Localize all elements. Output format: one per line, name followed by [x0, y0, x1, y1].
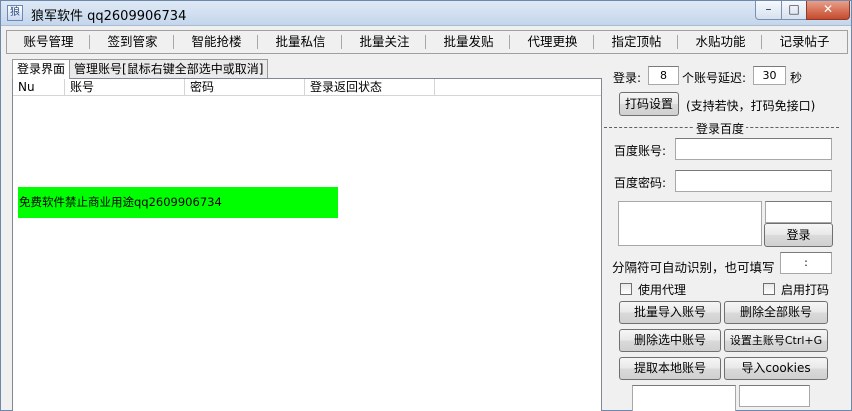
table-header: Nu 账号 密码 登录返回状态 [13, 79, 601, 96]
main-window: 狼 狼军软件 qq2609906734 – □ ✕ 账号管理 签到管家 智能抢楼… [0, 0, 852, 411]
delete-all-button[interactable]: 删除全部账号 [724, 301, 828, 324]
menu-smart-grab[interactable]: 智能抢楼 [175, 31, 259, 53]
tab-login[interactable]: 登录界面 [12, 59, 71, 79]
tab-strip: 登录界面 管理账号[鼠标右键全部选中或取消] [12, 59, 269, 79]
tab-manage-accounts[interactable]: 管理账号[鼠标右键全部选中或取消] [69, 59, 269, 79]
baidu-account-label: 百度账号: [614, 144, 667, 158]
baidu-password-input[interactable] [675, 170, 832, 192]
delay-input[interactable]: 30 [753, 66, 786, 85]
delay-label: 个账号延迟: [682, 71, 747, 85]
seconds-label: 秒 [790, 71, 803, 85]
account-table[interactable]: Nu 账号 密码 登录返回状态 免费软件禁止商业用途qq2609906734 [12, 78, 602, 411]
column-header-account[interactable]: 账号 [65, 79, 185, 95]
captcha-note: (支持若快，打码免接口) [686, 99, 816, 113]
separator-label: 分隔符可自动识别，也可填写 [612, 260, 775, 275]
baidu-login-button[interactable]: 登录 [764, 223, 833, 247]
enable-captcha-label: 启用打码 [781, 283, 830, 297]
login-count-label: 登录: [613, 71, 642, 85]
menu-checkin[interactable]: 签到管家 [91, 31, 175, 53]
bottom-text-box[interactable] [632, 385, 736, 411]
enable-captcha-checkbox[interactable] [763, 283, 775, 295]
column-header-status[interactable]: 登录返回状态 [305, 79, 435, 95]
set-main-account-button[interactable]: 设置主账号Ctrl+G [724, 329, 828, 352]
maximize-button[interactable]: □ [781, 1, 807, 20]
captcha-input[interactable] [765, 201, 832, 223]
column-header-password[interactable]: 密码 [185, 79, 305, 95]
separator-input[interactable]: : [780, 252, 832, 274]
minimize-button[interactable]: – [755, 1, 782, 20]
window-title: 狼军软件 qq2609906734 [31, 9, 187, 24]
wolf-app-icon: 狼 [7, 5, 23, 21]
fetch-local-button[interactable]: 提取本地账号 [619, 357, 721, 380]
captcha-image-box [618, 201, 762, 246]
login-panel: 登录: 8 个账号延迟: 30 秒 打码设置 (支持若快，打码免接口) 登录百度… [604, 61, 850, 411]
menu-batch-message[interactable]: 批量私信 [259, 31, 343, 53]
notice-banner: 免费软件禁止商业用途qq2609906734 [18, 187, 338, 218]
close-button[interactable]: ✕ [806, 1, 850, 20]
title-bar: 狼 狼军软件 qq2609906734 – □ ✕ [1, 1, 851, 26]
menu-account-manage[interactable]: 账号管理 [7, 31, 91, 53]
baidu-password-label: 百度密码: [614, 176, 667, 190]
column-header-nu[interactable]: Nu [13, 79, 65, 95]
menu-record-post[interactable]: 记录帖子 [763, 31, 847, 53]
login-count-input[interactable]: 8 [648, 66, 679, 85]
baidu-account-input[interactable] [675, 138, 832, 160]
import-cookies-button[interactable]: 导入cookies [724, 357, 828, 380]
bottom-input[interactable] [739, 385, 810, 407]
menu-batch-follow[interactable]: 批量关注 [343, 31, 427, 53]
menu-water-post[interactable]: 水贴功能 [679, 31, 763, 53]
menu-batch-post[interactable]: 批量发贴 [427, 31, 511, 53]
use-proxy-label: 使用代理 [638, 283, 687, 297]
batch-import-button[interactable]: 批量导入账号 [619, 301, 721, 324]
menu-bar: 账号管理 签到管家 智能抢楼 批量私信 批量关注 批量发贴 代理更换 指定顶帖 … [6, 30, 848, 54]
use-proxy-checkbox[interactable] [620, 283, 632, 295]
baidu-group-title: 登录百度 [694, 120, 747, 137]
captcha-settings-button[interactable]: 打码设置 [619, 92, 679, 116]
menu-bump-post[interactable]: 指定顶帖 [595, 31, 679, 53]
menu-proxy-change[interactable]: 代理更换 [511, 31, 595, 53]
delete-selected-button[interactable]: 删除选中账号 [619, 329, 721, 352]
